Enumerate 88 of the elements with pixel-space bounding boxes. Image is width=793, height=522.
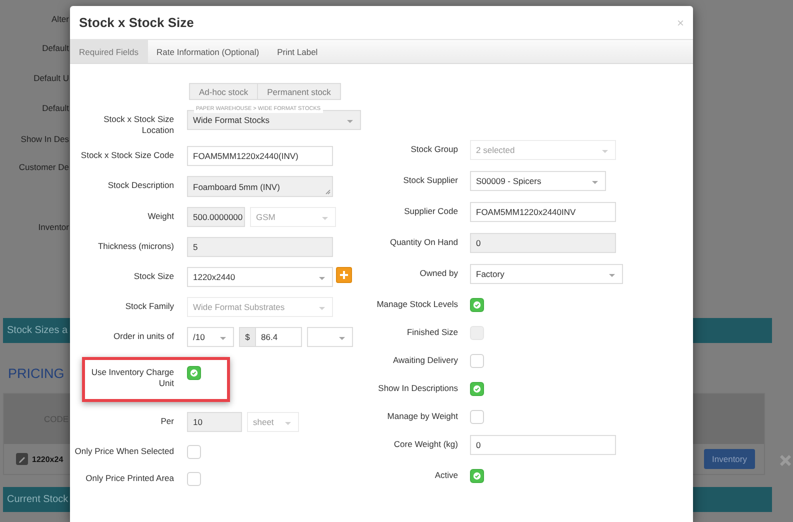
field-label: Only Price Printed Area: [84, 472, 174, 484]
field-label: Manage Stock Levels: [376, 298, 458, 310]
input-field[interactable]: 86.4: [256, 327, 302, 347]
field-label: Stock Supplier: [402, 174, 458, 186]
caret-icon: [322, 217, 328, 220]
caret-icon: [319, 307, 325, 310]
form-label: Alter: [52, 14, 69, 24]
toggle-button[interactable]: Permanent stock: [258, 83, 341, 100]
field-label: Stock Group: [410, 143, 458, 155]
dropdown-value: Wide Format Substrates: [193, 302, 285, 312]
checkbox[interactable]: [470, 469, 484, 483]
dropdown-value: Wide Format Stocks: [193, 115, 270, 125]
plus-icon: [339, 270, 349, 280]
field-label: Weight: [146, 210, 174, 222]
form-label: Customer De: [18, 162, 69, 172]
field-label: Stock Description: [106, 179, 174, 191]
field-value: Foamboard 5mm (INV): [193, 182, 280, 192]
dropdown[interactable]: [307, 327, 353, 347]
checkbox[interactable]: [187, 472, 201, 486]
checkbox[interactable]: [470, 410, 484, 424]
cross-icon[interactable]: [780, 455, 791, 466]
field-label: Use Inventory Charge Unit: [90, 366, 174, 389]
tab[interactable]: Required Fields: [70, 40, 148, 63]
tab[interactable]: Rate Information (Optional): [148, 40, 268, 63]
form-label: Default U: [34, 73, 69, 83]
dropdown[interactable]: 1220x2440: [187, 267, 333, 287]
field-label: Only Price When Selected: [74, 445, 174, 457]
dropdown-value: S00009 - Spicers: [476, 176, 542, 186]
caret-icon: [592, 181, 598, 184]
pencil-icon: [18, 454, 26, 464]
checkbox[interactable]: [470, 298, 484, 312]
form-label: Show In Des: [20, 134, 69, 144]
checkbox[interactable]: [187, 366, 201, 380]
dropdown[interactable]: Factory: [470, 264, 623, 284]
dialog-title: Stock x Stock Size: [79, 15, 195, 30]
toggle-button[interactable]: Ad-hoc stock: [189, 83, 258, 100]
caret-icon: [220, 337, 226, 340]
field-label: Stock x Stock Size Location: [102, 113, 174, 136]
tab[interactable]: Print Label: [268, 40, 327, 63]
edit-button[interactable]: [16, 453, 28, 465]
field-label: Supplier Code: [403, 205, 458, 217]
field-label: Order in units of: [112, 330, 174, 342]
field-label: Per: [160, 415, 174, 427]
check-icon: [473, 385, 481, 393]
form-label: Inventor: [38, 222, 69, 232]
field-label: Active: [434, 469, 458, 481]
dropdown[interactable]: S00009 - Spicers: [470, 171, 606, 191]
checkbox[interactable]: [470, 354, 484, 368]
caret-icon: [319, 277, 325, 280]
caret-icon: [339, 337, 345, 340]
form-label: Default: [42, 103, 69, 113]
field-label: Quantity On Hand: [388, 236, 458, 248]
dropdown-value: Factory: [476, 269, 504, 279]
dropdown-value: 1220x2440: [193, 272, 236, 282]
caret-icon: [347, 120, 353, 123]
input-field[interactable]: FOAM5MM1220x2440INV: [470, 202, 616, 222]
checkbox[interactable]: [470, 382, 484, 396]
field-label: Stock x Stock Size Code: [80, 149, 174, 161]
field-label: Awaiting Delivery: [392, 354, 458, 366]
field-label: Core Weight (kg): [392, 438, 458, 450]
input-field[interactable]: 0: [470, 435, 616, 455]
dropdown-value: 2 selected: [476, 145, 515, 155]
field-label: Stock Family: [124, 300, 174, 312]
checkbox[interactable]: [187, 445, 201, 459]
caret-icon: [602, 150, 608, 153]
caret-icon: [285, 422, 291, 425]
field-label: Owned by: [418, 267, 458, 279]
field-label: Manage by Weight: [386, 410, 458, 422]
pricing-heading: PRICING: [8, 365, 64, 383]
dropdown-value: /10: [193, 332, 205, 342]
dropdown-value: GSM: [256, 212, 276, 222]
input-field[interactable]: FOAM5MM1220x2440(INV): [187, 146, 333, 166]
field-label: Thickness (microns): [96, 240, 174, 252]
dropdown-value: sheet: [253, 417, 274, 427]
section-title: Current Stock: [7, 494, 68, 505]
check-icon: [473, 472, 481, 480]
check-icon: [190, 369, 198, 377]
section-title: Stock Sizes a: [7, 325, 68, 336]
add-button[interactable]: [336, 267, 352, 283]
field-label: Show In Descriptions: [377, 382, 458, 394]
caret-icon: [609, 274, 615, 277]
check-icon: [473, 301, 481, 309]
form-label: Default: [42, 43, 69, 53]
field-label: Stock Size: [132, 270, 174, 282]
field-label: Finished Size: [406, 326, 458, 338]
table-cell: 1220x24: [32, 454, 64, 464]
dropdown[interactable]: /10: [187, 327, 234, 347]
currency-addon: $: [239, 327, 256, 347]
